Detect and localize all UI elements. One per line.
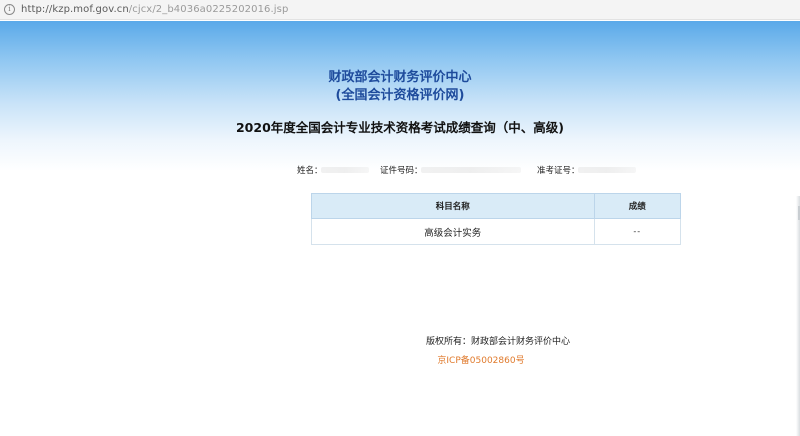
ticket-number-label: 准考证号： [537, 166, 580, 176]
url-text[interactable]: http://kzp.mof.gov.cn/cjcx/2_b4036a02252… [21, 4, 288, 15]
name-label: 姓名： [297, 166, 323, 176]
scrollbar-edge[interactable] [796, 196, 800, 436]
candidate-info: 姓名： 证件号码： 准考证号： [0, 164, 800, 178]
page: i http://kzp.mof.gov.cn/cjcx/2_b4036a022… [0, 0, 800, 436]
copyright-text: 版权所有：财政部会计财务评价中心 [425, 337, 570, 347]
score-table: 科目名称 成绩 高级会计实务 -- [311, 193, 682, 245]
ticket-number-value-redacted [578, 167, 636, 173]
url-host: http://kzp.mof.gov.cn [21, 4, 129, 15]
id-number-label: 证件号码： [380, 166, 423, 176]
org-name: 财政部会计财务评价中心 [328, 70, 472, 85]
column-header-score: 成绩 [593, 193, 682, 219]
score-cell: -- [593, 218, 682, 245]
page-title: 2020年度全国会计专业技术资格考试成绩查询（中、高级) [235, 120, 564, 135]
org-subtitle: (全国会计资格评价网) [335, 88, 465, 103]
table-row: 高级会计实务 -- [311, 218, 682, 245]
url-path: /cjcx/2_b4036a0225202016.jsp [128, 4, 289, 15]
info-icon[interactable]: i [4, 4, 15, 15]
table-header-row: 科目名称 成绩 [311, 193, 682, 219]
subject-cell: 高级会计实务 [311, 218, 595, 245]
id-number-value-redacted [421, 167, 521, 173]
address-bar[interactable]: i http://kzp.mof.gov.cn/cjcx/2_b4036a022… [0, 0, 800, 20]
name-value-redacted [321, 167, 369, 173]
icp-license-link[interactable]: 京ICP备05002860号 [0, 353, 800, 366]
column-header-subject: 科目名称 [311, 193, 595, 219]
